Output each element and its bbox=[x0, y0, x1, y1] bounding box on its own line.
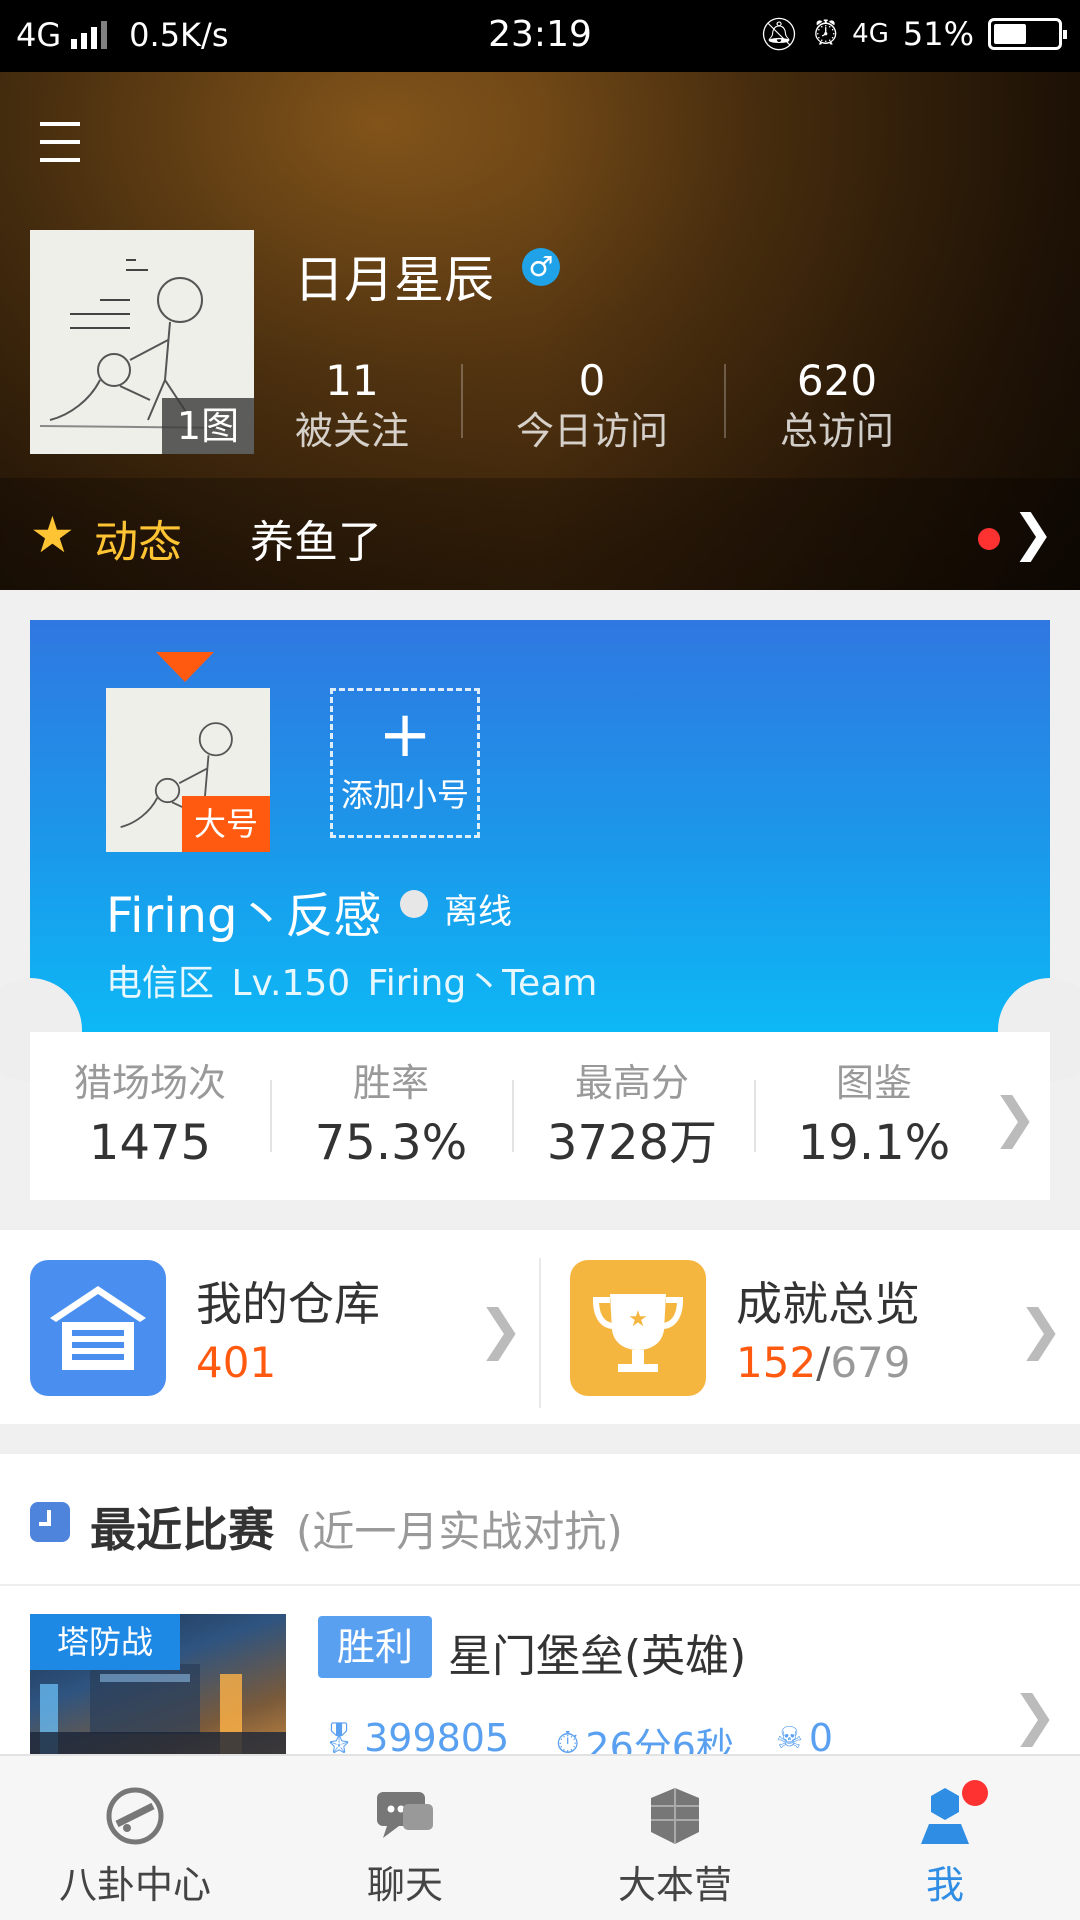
male-icon: ♂ bbox=[522, 248, 560, 286]
main-account-avatar[interactable]: 大号 bbox=[106, 688, 270, 852]
profile-avatar[interactable]: 1图 bbox=[30, 230, 254, 454]
status-bar: 4G 0.5K/s 23:19 🔕︎ ⏰︎ 4G 51% bbox=[0, 0, 1080, 72]
followers-count: 11 bbox=[325, 356, 379, 405]
nav-chat[interactable]: 聊天 bbox=[270, 1754, 540, 1920]
recent-matches-subtitle: (近一月实战对抗) bbox=[296, 1507, 623, 1556]
chevron-right-icon[interactable]: ❯ bbox=[1018, 1298, 1063, 1361]
main-account-badge: 大号 bbox=[182, 796, 270, 852]
hunts-value: 1475 bbox=[88, 1115, 212, 1171]
match-map-name: 星门堡垒(英雄) bbox=[448, 1631, 747, 1682]
win-rate-label: 胜率 bbox=[352, 1061, 429, 1105]
followers-label: 被关注 bbox=[294, 409, 409, 453]
recent-matches-title: 最近比赛 bbox=[90, 1503, 274, 1557]
win-rate-stat: 胜率 75.3% bbox=[271, 1058, 511, 1178]
nav-gossip-center[interactable]: 八卦中心 bbox=[0, 1754, 270, 1920]
chevron-right-icon[interactable]: ❯ bbox=[478, 1298, 523, 1361]
total-visits-stat[interactable]: 620 总访问 bbox=[762, 356, 912, 456]
win-rate-value: 75.3% bbox=[314, 1115, 468, 1171]
achievements-sep: / bbox=[816, 1338, 831, 1387]
warehouse-count: 401 bbox=[196, 1338, 277, 1387]
achievements-title[interactable]: 成就总览 bbox=[736, 1268, 920, 1334]
match-result-badge: 胜利 bbox=[318, 1616, 432, 1678]
high-score-value: 3728万 bbox=[546, 1115, 718, 1171]
nav-me-label: 我 bbox=[925, 1863, 964, 1907]
achievements-progress: 152/679 bbox=[736, 1338, 911, 1387]
star-icon: ★ bbox=[30, 506, 75, 564]
battery-icon bbox=[988, 17, 1067, 50]
battery-percent: 51% bbox=[902, 14, 974, 53]
profile-header: 1图 日月星辰 ♂ 11 被关注 0 今日访问 620 总访问 ★ 动态 养鱼了… bbox=[0, 72, 1080, 590]
codex-value: 19.1% bbox=[797, 1115, 951, 1171]
nav-base-camp[interactable]: 大本营 bbox=[540, 1754, 810, 1920]
menu-icon[interactable] bbox=[40, 118, 82, 166]
divider bbox=[539, 1258, 541, 1408]
divider bbox=[0, 1584, 1080, 1586]
high-score-label: 最高分 bbox=[574, 1061, 689, 1105]
selected-marker-icon bbox=[156, 652, 214, 682]
alarm-icon: ⏰︎ bbox=[813, 14, 839, 52]
today-visits-stat[interactable]: 0 今日访问 bbox=[502, 356, 682, 456]
warehouse-icon[interactable] bbox=[30, 1260, 166, 1396]
trophy-glyph: ★ bbox=[592, 1294, 684, 1372]
notification-dot bbox=[962, 1780, 988, 1806]
total-visits-label: 总访问 bbox=[779, 409, 894, 453]
game-account-name: Firing丶反感 bbox=[106, 888, 382, 944]
plus-icon: + bbox=[378, 698, 432, 772]
medal-icon: 🎖︎ bbox=[320, 1720, 359, 1756]
mute-icon: 🔕︎ bbox=[758, 14, 800, 53]
today-visits-count: 0 bbox=[578, 356, 606, 405]
offline-status-icon bbox=[400, 890, 428, 918]
total-visits-count: 620 bbox=[796, 356, 878, 405]
codex-stat: 图鉴 19.1% bbox=[754, 1058, 994, 1178]
match-type-badge: 塔防战 bbox=[30, 1614, 180, 1670]
trophy-icon[interactable]: ★ bbox=[570, 1260, 706, 1396]
high-score-stat: 最高分 3728万 bbox=[512, 1058, 752, 1178]
nav-me[interactable]: 我 bbox=[810, 1754, 1080, 1920]
today-visits-label: 今日访问 bbox=[515, 409, 668, 453]
chevron-right-icon[interactable]: ❯ bbox=[1012, 1684, 1057, 1747]
online-status-text: 离线 bbox=[444, 892, 512, 932]
skull-icon: ☠︎ bbox=[776, 1720, 803, 1756]
divider bbox=[724, 364, 726, 438]
unread-dot bbox=[978, 528, 1000, 550]
chevron-right-icon: ❯ bbox=[1012, 504, 1054, 562]
nav-gossip-center-label: 八卦中心 bbox=[58, 1863, 211, 1907]
image-count-badge: 1图 bbox=[162, 398, 254, 454]
codex-label: 图鉴 bbox=[835, 1061, 912, 1105]
divider bbox=[461, 364, 463, 438]
profile-username: 日月星辰 bbox=[294, 251, 494, 309]
add-sub-account-label: 添加小号 bbox=[340, 776, 469, 814]
activity-feed-bar[interactable]: ★ 动态 养鱼了 ❯ bbox=[0, 478, 1080, 590]
warehouse-title[interactable]: 我的仓库 bbox=[196, 1268, 380, 1334]
nav-chat-label: 聊天 bbox=[366, 1863, 443, 1907]
base-camp-icon bbox=[643, 1784, 707, 1848]
account-meta: 电信区 Lv.150 Firing丶Team bbox=[106, 963, 598, 1004]
achievements-count: 152 bbox=[736, 1338, 817, 1387]
feed-tag: 动态 bbox=[94, 517, 182, 568]
followers-stat[interactable]: 11 被关注 bbox=[282, 356, 422, 456]
clock-icon bbox=[30, 1502, 70, 1542]
gossip-center-icon bbox=[103, 1784, 167, 1848]
add-sub-account-button[interactable]: + 添加小号 bbox=[330, 688, 480, 838]
feed-text: 养鱼了 bbox=[250, 517, 382, 568]
nav-base-camp-label: 大本营 bbox=[617, 1863, 732, 1907]
svg-text:★: ★ bbox=[628, 1307, 648, 1332]
chevron-right-icon[interactable]: ❯ bbox=[992, 1086, 1037, 1149]
hunts-stat: 猎场场次 1475 bbox=[30, 1058, 270, 1178]
warehouse-glyph bbox=[50, 1286, 146, 1370]
network-type-right: 4G bbox=[852, 18, 889, 49]
achievements-max: 679 bbox=[830, 1338, 911, 1387]
chat-icon bbox=[373, 1784, 437, 1848]
hunts-label: 猎场场次 bbox=[73, 1061, 226, 1105]
match-map-thumbnail[interactable]: 塔防战 bbox=[30, 1614, 286, 1754]
